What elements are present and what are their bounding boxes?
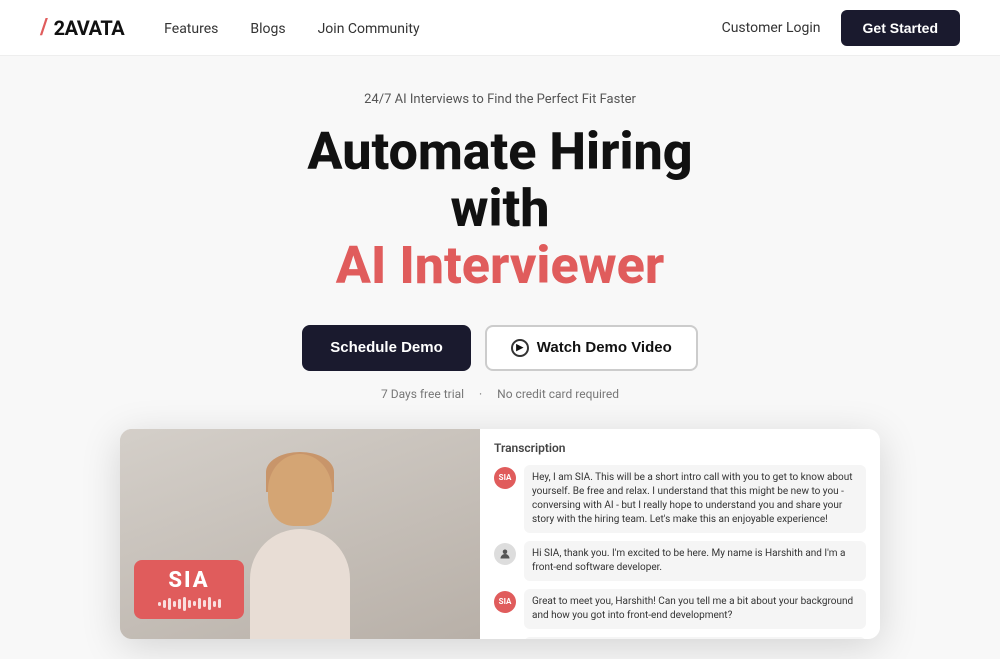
wave-bar-5 (178, 599, 181, 609)
chat-message-2: SIA Great to meet you, Harshith! Can you… (494, 589, 866, 629)
chat-messages: SIA Hey, I am SIA. This will be a short … (494, 465, 866, 639)
wave-bar-6 (183, 597, 186, 611)
chat-message-1: Hi SIA, thank you. I'm excited to be her… (494, 541, 866, 581)
logo-name: 2AVATA (54, 16, 125, 40)
hero-tagline: 24/7 AI Interviews to Find the Perfect F… (364, 92, 636, 107)
get-started-button[interactable]: Get Started (841, 10, 960, 46)
chat-bubble-3: Sure! I have a degree in Computer Scienc… (524, 637, 866, 639)
chat-bubble-1: Hi SIA, thank you. I'm excited to be her… (524, 541, 866, 581)
nav-left: / 2AVATA Features Blogs Join Community (40, 15, 420, 40)
footnote-cc: No credit card required (497, 387, 619, 401)
wave-bar-1 (158, 602, 161, 606)
wave-bar-9 (198, 598, 201, 609)
nav-item-blogs[interactable]: Blogs (250, 18, 285, 37)
hero-title: Automate Hiring with AI Interviewer (307, 123, 692, 295)
body (250, 529, 350, 639)
chat-message-0: SIA Hey, I am SIA. This will be a short … (494, 465, 866, 533)
watch-demo-button[interactable]: ▶ Watch Demo Video (485, 325, 698, 371)
logo: / 2AVATA (40, 15, 124, 40)
hero-title-line1: Automate Hiring (307, 121, 692, 182)
hero-section: 24/7 AI Interviews to Find the Perfect F… (0, 56, 1000, 659)
customer-login-link[interactable]: Customer Login (722, 20, 821, 36)
chat-avatar-user-1 (494, 543, 516, 565)
sia-waveform (148, 597, 230, 611)
sia-badge-name: SIA (148, 568, 230, 593)
nav-item-join-community[interactable]: Join Community (318, 18, 420, 37)
chat-bubble-2: Great to meet you, Harshith! Can you tel… (524, 589, 866, 629)
chat-message-3: Sure! I have a degree in Computer Scienc… (494, 637, 866, 639)
hero-title-highlight: AI Interviewer (336, 237, 664, 294)
hero-footnote: 7 Days free trial · No credit card requi… (375, 387, 625, 401)
hero-title-line2: with (451, 178, 550, 239)
footnote-trial: 7 Days free trial (381, 387, 464, 401)
wave-bar-11 (208, 597, 211, 610)
wave-bar-2 (163, 600, 166, 608)
sia-badge: SIA (134, 560, 244, 619)
chat-avatar-sia-0: SIA (494, 467, 516, 489)
chat-bubble-0: Hey, I am SIA. This will be a short intr… (524, 465, 866, 533)
demo-video-side: SIA (120, 429, 480, 639)
footnote-divider: · (479, 387, 482, 401)
logo-slash-icon: / (40, 15, 48, 40)
transcription-title: Transcription (494, 441, 866, 455)
wave-bar-13 (218, 599, 221, 608)
wave-bar-7 (188, 600, 191, 608)
nav-links: Features Blogs Join Community (164, 18, 419, 37)
wave-bar-12 (213, 601, 216, 607)
hero-buttons: Schedule Demo ▶ Watch Demo Video (302, 325, 698, 371)
head (268, 454, 332, 526)
chat-avatar-sia-2: SIA (494, 591, 516, 613)
wave-bar-10 (203, 600, 206, 607)
demo-preview: SIA (120, 429, 880, 639)
navbar: / 2AVATA Features Blogs Join Community C… (0, 0, 1000, 56)
wave-bar-3 (168, 598, 171, 610)
play-icon: ▶ (511, 339, 529, 357)
schedule-demo-button[interactable]: Schedule Demo (302, 325, 471, 371)
transcription-panel: Transcription SIA Hey, I am SIA. This wi… (480, 429, 880, 639)
wave-bar-4 (173, 601, 176, 607)
watch-demo-label: Watch Demo Video (537, 339, 672, 356)
nav-item-features[interactable]: Features (164, 18, 218, 37)
video-background: SIA (120, 429, 480, 639)
nav-right: Customer Login Get Started (722, 10, 960, 46)
wave-bar-8 (193, 601, 196, 606)
